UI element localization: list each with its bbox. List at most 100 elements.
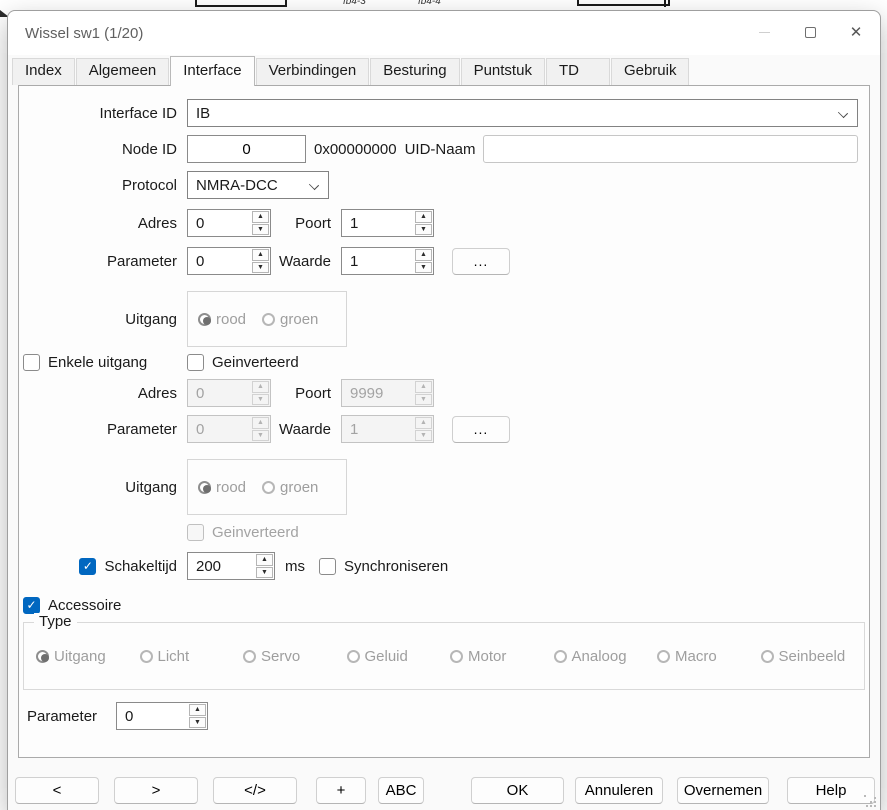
spin-up-icon[interactable] [415, 249, 432, 261]
bottom-parameter-spinner[interactable] [116, 702, 208, 730]
spin-down-icon[interactable] [256, 567, 273, 579]
interface-tab-panel: Interface ID IB Node ID 0x00000000 UID-N… [18, 85, 870, 758]
param1-input[interactable] [188, 248, 251, 274]
spin-down-icon[interactable] [252, 262, 269, 274]
protocol-combobox[interactable]: NMRA-DCC [187, 171, 329, 199]
previous-button[interactable]: < [15, 777, 99, 804]
help-button[interactable]: Help [787, 777, 875, 804]
accessoire-label: Accessoire [48, 597, 121, 614]
bottom-parameter-input[interactable] [117, 703, 188, 729]
adres1-row: Adres Poort [19, 209, 869, 237]
desktop-background: fb4-3 fb4-4 [0, 0, 887, 10]
spin-up-icon[interactable] [252, 211, 269, 223]
poort1-input[interactable] [342, 210, 414, 236]
spin-up-icon[interactable] [252, 249, 269, 261]
cancel-button[interactable]: Annuleren [575, 777, 663, 804]
geinverteerd2-label: Geinverteerd [212, 524, 299, 541]
schakeltijd-spinner[interactable] [187, 552, 275, 580]
radio-rood-label: rood [216, 311, 246, 328]
abc-button[interactable]: ABC [378, 777, 424, 804]
spin-buttons [414, 416, 433, 442]
uitgang1-label: Uitgang [19, 311, 187, 328]
adres1-input[interactable] [188, 210, 251, 236]
spin-down-icon[interactable] [252, 224, 269, 236]
spin-down-icon [415, 394, 432, 406]
spin-down-icon[interactable] [415, 262, 432, 274]
resize-grip[interactable] [864, 795, 876, 807]
uid-naam-input[interactable] [483, 135, 858, 163]
param2-input [188, 416, 251, 442]
tab-interface[interactable]: Interface [170, 56, 254, 86]
uid-naam-label: UID-Naam [405, 141, 476, 158]
tab-verbindingen[interactable]: Verbindingen [256, 58, 370, 85]
uitgang2-groupbox: rood groen [187, 459, 347, 515]
title-bar[interactable]: Wissel sw1 (1/20) ✕ [8, 11, 880, 55]
tab-puntstuk[interactable]: Puntstuk [461, 58, 545, 85]
spin-up-icon[interactable] [256, 554, 273, 566]
schakeltijd-checkbox[interactable]: Schakeltijd [79, 558, 177, 575]
enkele-uitgang-checkbox[interactable]: Enkele uitgang [23, 354, 187, 371]
poort2-spinner [341, 379, 434, 407]
uitgang2-label: Uitgang [19, 479, 187, 496]
radio-label: Macro [675, 648, 717, 665]
spin-up-icon[interactable] [189, 704, 206, 716]
add-button[interactable]: + [316, 777, 366, 804]
next-button[interactable]: > [114, 777, 198, 804]
tab-gebruik[interactable]: Gebruik [611, 58, 690, 85]
bottom-parameter-row: Parameter [19, 702, 869, 730]
close-button[interactable]: ✕ [833, 12, 879, 52]
uitgang2-row: Uitgang rood groen [19, 459, 869, 515]
tab-besturing[interactable]: Besturing [370, 58, 459, 85]
spin-down-icon[interactable] [189, 717, 206, 729]
geinverteerd1-checkbox[interactable]: Geinverteerd [187, 354, 299, 371]
param1-spinner[interactable] [187, 247, 271, 275]
checkbox-checked-icon [23, 597, 40, 614]
waarde1-spinner[interactable] [341, 247, 434, 275]
radio-label: Seinbeeld [779, 648, 846, 665]
node-id-label: Node ID [19, 141, 187, 158]
chevron-down-icon [838, 108, 848, 118]
apply-button[interactable]: Overnemen [677, 777, 769, 804]
tab-td[interactable]: TD [546, 58, 610, 85]
radio-icon [262, 313, 275, 326]
schakeltijd-labelcol: Schakeltijd [19, 558, 187, 575]
poort1-spinner[interactable] [341, 209, 434, 237]
radio-groen-label: groen [280, 311, 318, 328]
accessoire-checkbox[interactable]: Accessoire [23, 597, 121, 614]
maximize-button[interactable] [787, 12, 833, 52]
adres2-spinner [187, 379, 271, 407]
waarde1-input[interactable] [342, 248, 414, 274]
code-button[interactable]: </> [213, 777, 297, 804]
node-id-input[interactable] [187, 135, 306, 163]
synchroniseren-checkbox[interactable]: Synchroniseren [319, 558, 448, 575]
spin-up-icon[interactable] [415, 211, 432, 223]
bottom-parameter-label: Parameter [27, 708, 116, 725]
node-id-row: Node ID 0x00000000 UID-Naam [19, 135, 869, 163]
spin-up-icon [415, 381, 432, 393]
radio-type-analoog: Analoog [554, 648, 658, 665]
waarde2-input [342, 416, 414, 442]
spin-down-icon[interactable] [415, 224, 432, 236]
wissel-dialog: Wissel sw1 (1/20) ✕ Index Algemeen Inter… [7, 10, 881, 810]
more1-button[interactable]: ... [452, 248, 510, 275]
minimize-button [741, 12, 787, 52]
radio-rood-2: rood [198, 479, 246, 496]
interface-id-value: IB [196, 105, 210, 122]
spin-buttons [414, 210, 433, 236]
waarde2-label: Waarde [271, 421, 341, 438]
accessoire-row: Accessoire [19, 596, 869, 614]
adres1-spinner[interactable] [187, 209, 271, 237]
tab-index[interactable]: Index [12, 58, 75, 85]
tab-algemeen[interactable]: Algemeen [76, 58, 170, 85]
radio-icon [450, 650, 463, 663]
more2-button[interactable]: ... [452, 416, 510, 443]
interface-id-combobox[interactable]: IB [187, 99, 858, 127]
checkbox-icon [187, 524, 204, 541]
spin-up-icon [415, 417, 432, 429]
background-sensor-label: fb4-3 [343, 0, 366, 7]
checkbox-icon [23, 354, 40, 371]
ok-button[interactable]: OK [471, 777, 564, 804]
param1-row: Parameter Waarde ... [19, 247, 869, 275]
schakeltijd-input[interactable] [188, 553, 255, 579]
geinverteerd1-label: Geinverteerd [212, 354, 299, 371]
